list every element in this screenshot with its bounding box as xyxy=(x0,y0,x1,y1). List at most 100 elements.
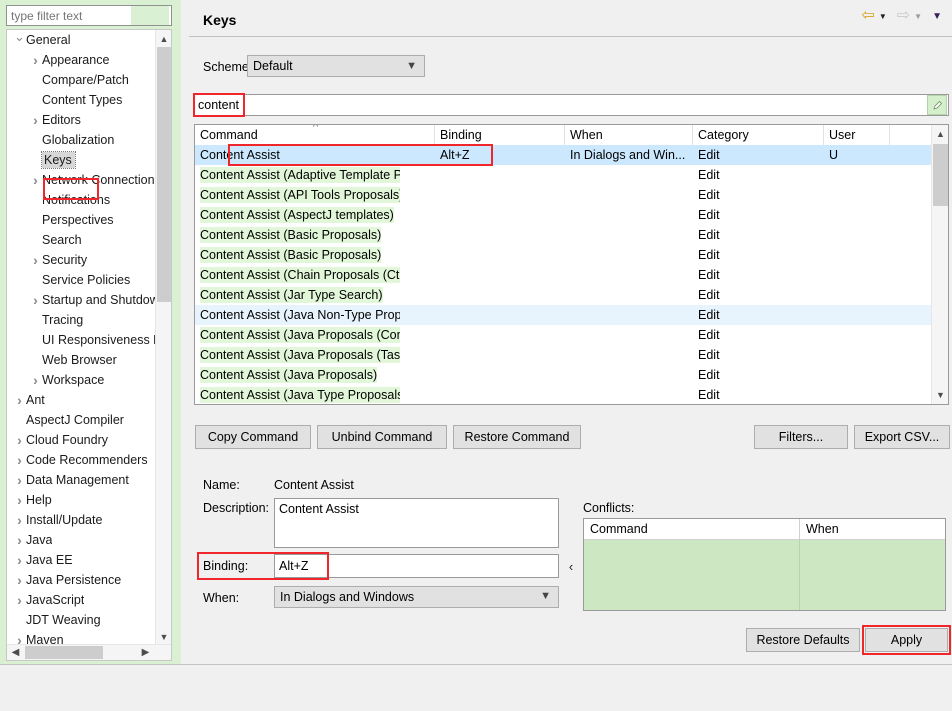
sidebar-item-install-update[interactable]: Install/Update xyxy=(7,510,156,530)
sidebar-item-search[interactable]: Search xyxy=(7,230,156,250)
sidebar-item-web-browser[interactable]: Web Browser xyxy=(7,350,156,370)
sidebar-item-java-persistence[interactable]: Java Persistence xyxy=(7,570,156,590)
chevron-right-icon[interactable] xyxy=(13,533,26,548)
table-scroll-down-icon[interactable]: ▼ xyxy=(932,386,948,404)
table-row[interactable]: Content Assist (Jar Type Search) Edit xyxy=(195,285,933,305)
table-row[interactable]: Content Assist (Chain Proposals (Ctrl+Al… xyxy=(195,265,933,285)
sidebar-item-notifications[interactable]: Notifications xyxy=(7,190,156,210)
sidebar-item-content-types[interactable]: Content Types xyxy=(7,90,156,110)
sidebar-item-appearance[interactable]: Appearance xyxy=(7,50,156,70)
sidebar-item-network-connections[interactable]: Network Connections xyxy=(7,170,156,190)
chevron-right-icon[interactable] xyxy=(29,53,42,68)
sidebar-item-workspace[interactable]: Workspace xyxy=(7,370,156,390)
description-field[interactable]: Content Assist xyxy=(274,498,559,548)
chevron-right-icon[interactable] xyxy=(13,433,26,448)
keys-search-field[interactable]: content xyxy=(194,94,949,116)
chevron-right-icon[interactable] xyxy=(13,393,26,408)
edit-filter-icon[interactable] xyxy=(927,95,947,115)
sidebar-item-service-policies[interactable]: Service Policies xyxy=(7,270,156,290)
table-row[interactable]: Content Assist (Java Proposals) Edit xyxy=(195,365,933,385)
table-row[interactable]: Content Assist (Adaptive Template Propos… xyxy=(195,165,933,185)
sidebar-item-javascript[interactable]: JavaScript xyxy=(7,590,156,610)
column-header-user[interactable]: User xyxy=(824,125,890,145)
binding-input[interactable]: Alt+Z xyxy=(274,554,559,578)
restore-command-button[interactable]: Restore Command xyxy=(453,425,581,449)
table-row[interactable]: Content Assist (Java Proposals (Completi… xyxy=(195,325,933,345)
forward-history-caret-icon[interactable]: ▼ xyxy=(914,12,922,21)
table-row[interactable]: Content Assist (Java Type Proposals) Edit xyxy=(195,385,933,404)
sidebar-item-java[interactable]: Java xyxy=(7,530,156,550)
table-row[interactable]: Content Assist Alt+Z In Dialogs and Win...… xyxy=(195,145,933,165)
tree-hscroll-thumb[interactable] xyxy=(25,646,103,659)
table-scroll-thumb[interactable] xyxy=(933,144,948,206)
sidebar-item-compare-patch[interactable]: Compare/Patch xyxy=(7,70,156,90)
sidebar-item-help[interactable]: Help xyxy=(7,490,156,510)
scroll-right-icon[interactable]: ▶ xyxy=(137,645,154,660)
less-than-icon[interactable]: ‹ xyxy=(563,554,579,578)
table-row[interactable]: Content Assist (AspectJ templates) Edit xyxy=(195,205,933,225)
chevron-right-icon[interactable] xyxy=(13,593,26,608)
sidebar-item-jdt-weaving[interactable]: JDT Weaving xyxy=(7,610,156,630)
chevron-right-icon[interactable] xyxy=(13,493,26,508)
sidebar-item-tracing[interactable]: Tracing xyxy=(7,310,156,330)
sidebar-item-keys[interactable]: Keys xyxy=(7,150,156,170)
chevron-right-icon[interactable] xyxy=(29,253,42,268)
table-vertical-scrollbar[interactable]: ▲ ▼ xyxy=(931,125,948,404)
chevron-right-icon[interactable] xyxy=(13,453,26,468)
forward-arrow-icon[interactable]: ⇨ xyxy=(897,8,910,24)
scroll-left-icon[interactable]: ◀ xyxy=(7,645,24,660)
sidebar-item-data-management[interactable]: Data Management xyxy=(7,470,156,490)
back-button[interactable]: ⇦ xyxy=(861,8,874,24)
scheme-dropdown[interactable]: Default ▼ xyxy=(247,55,425,77)
page-menu-caret-icon[interactable]: ▼ xyxy=(932,11,942,22)
unbind-command-button[interactable]: Unbind Command xyxy=(317,425,447,449)
sidebar-item-aspectj-compiler[interactable]: AspectJ Compiler xyxy=(7,410,156,430)
filter-clear-icon[interactable] xyxy=(131,6,169,25)
sidebar-item-general[interactable]: General xyxy=(7,30,156,50)
sidebar-item-code-recommenders[interactable]: Code Recommenders xyxy=(7,450,156,470)
chevron-right-icon[interactable] xyxy=(29,373,42,388)
tree-scroll-thumb[interactable] xyxy=(157,47,171,302)
table-row[interactable]: Content Assist (Basic Proposals) Edit xyxy=(195,245,933,265)
pane-divider[interactable] xyxy=(181,0,189,668)
when-dropdown[interactable]: In Dialogs and Windows ▼ xyxy=(274,586,559,608)
chevron-down-icon[interactable] xyxy=(13,33,26,47)
sidebar-item-ant[interactable]: Ant xyxy=(7,390,156,410)
sidebar-item-cloud-foundry[interactable]: Cloud Foundry xyxy=(7,430,156,450)
restore-defaults-button[interactable]: Restore Defaults xyxy=(746,628,860,652)
forward-button[interactable]: ⇨ xyxy=(897,8,910,24)
table-row[interactable]: Content Assist (Java Proposals (Tasks)) E… xyxy=(195,345,933,365)
sidebar-item-ui-responsiveness-monitoring[interactable]: UI Responsiveness Monitoring xyxy=(7,330,156,350)
tree-filter-field[interactable] xyxy=(6,5,172,26)
sidebar-item-startup-and-shutdown[interactable]: Startup and Shutdown xyxy=(7,290,156,310)
table-scroll-up-icon[interactable]: ▲ xyxy=(932,125,948,143)
sidebar-item-editors[interactable]: Editors xyxy=(7,110,156,130)
chevron-right-icon[interactable] xyxy=(13,553,26,568)
scroll-down-icon[interactable]: ▼ xyxy=(156,628,171,645)
chevron-right-icon[interactable] xyxy=(13,573,26,588)
table-row[interactable]: Content Assist (API Tools Proposals) Edit xyxy=(195,185,933,205)
sidebar-item-globalization[interactable]: Globalization xyxy=(7,130,156,150)
apply-button[interactable]: Apply xyxy=(865,628,948,652)
tree-vertical-scrollbar[interactable]: ▲ ▼ xyxy=(155,30,171,645)
chevron-right-icon[interactable] xyxy=(13,473,26,488)
table-row[interactable]: Content Assist (Basic Proposals) Edit xyxy=(195,225,933,245)
column-header-binding[interactable]: Binding xyxy=(435,125,565,145)
export-csv-button[interactable]: Export CSV... xyxy=(854,425,950,449)
column-header-when[interactable]: When xyxy=(565,125,693,145)
chevron-right-icon[interactable] xyxy=(29,293,42,308)
sidebar-item-java-ee[interactable]: Java EE xyxy=(7,550,156,570)
tree-horizontal-scrollbar[interactable]: ◀ ▶ xyxy=(7,644,171,660)
sidebar-item-security[interactable]: Security xyxy=(7,250,156,270)
scroll-up-icon[interactable]: ▲ xyxy=(156,30,171,47)
sidebar-item-maven[interactable]: Maven xyxy=(7,630,156,645)
tree-filter-input[interactable] xyxy=(7,6,131,25)
back-arrow-icon[interactable]: ⇦ xyxy=(861,8,874,24)
table-row[interactable]: Content Assist (Java Non-Type Proposals)… xyxy=(195,305,933,325)
chevron-right-icon[interactable] xyxy=(29,113,42,128)
chevron-right-icon[interactable] xyxy=(29,173,42,188)
copy-command-button[interactable]: Copy Command xyxy=(195,425,311,449)
back-history-caret-icon[interactable]: ▼ xyxy=(879,12,887,21)
chevron-right-icon[interactable] xyxy=(13,513,26,528)
column-header-command[interactable]: Command ^ xyxy=(195,125,435,145)
